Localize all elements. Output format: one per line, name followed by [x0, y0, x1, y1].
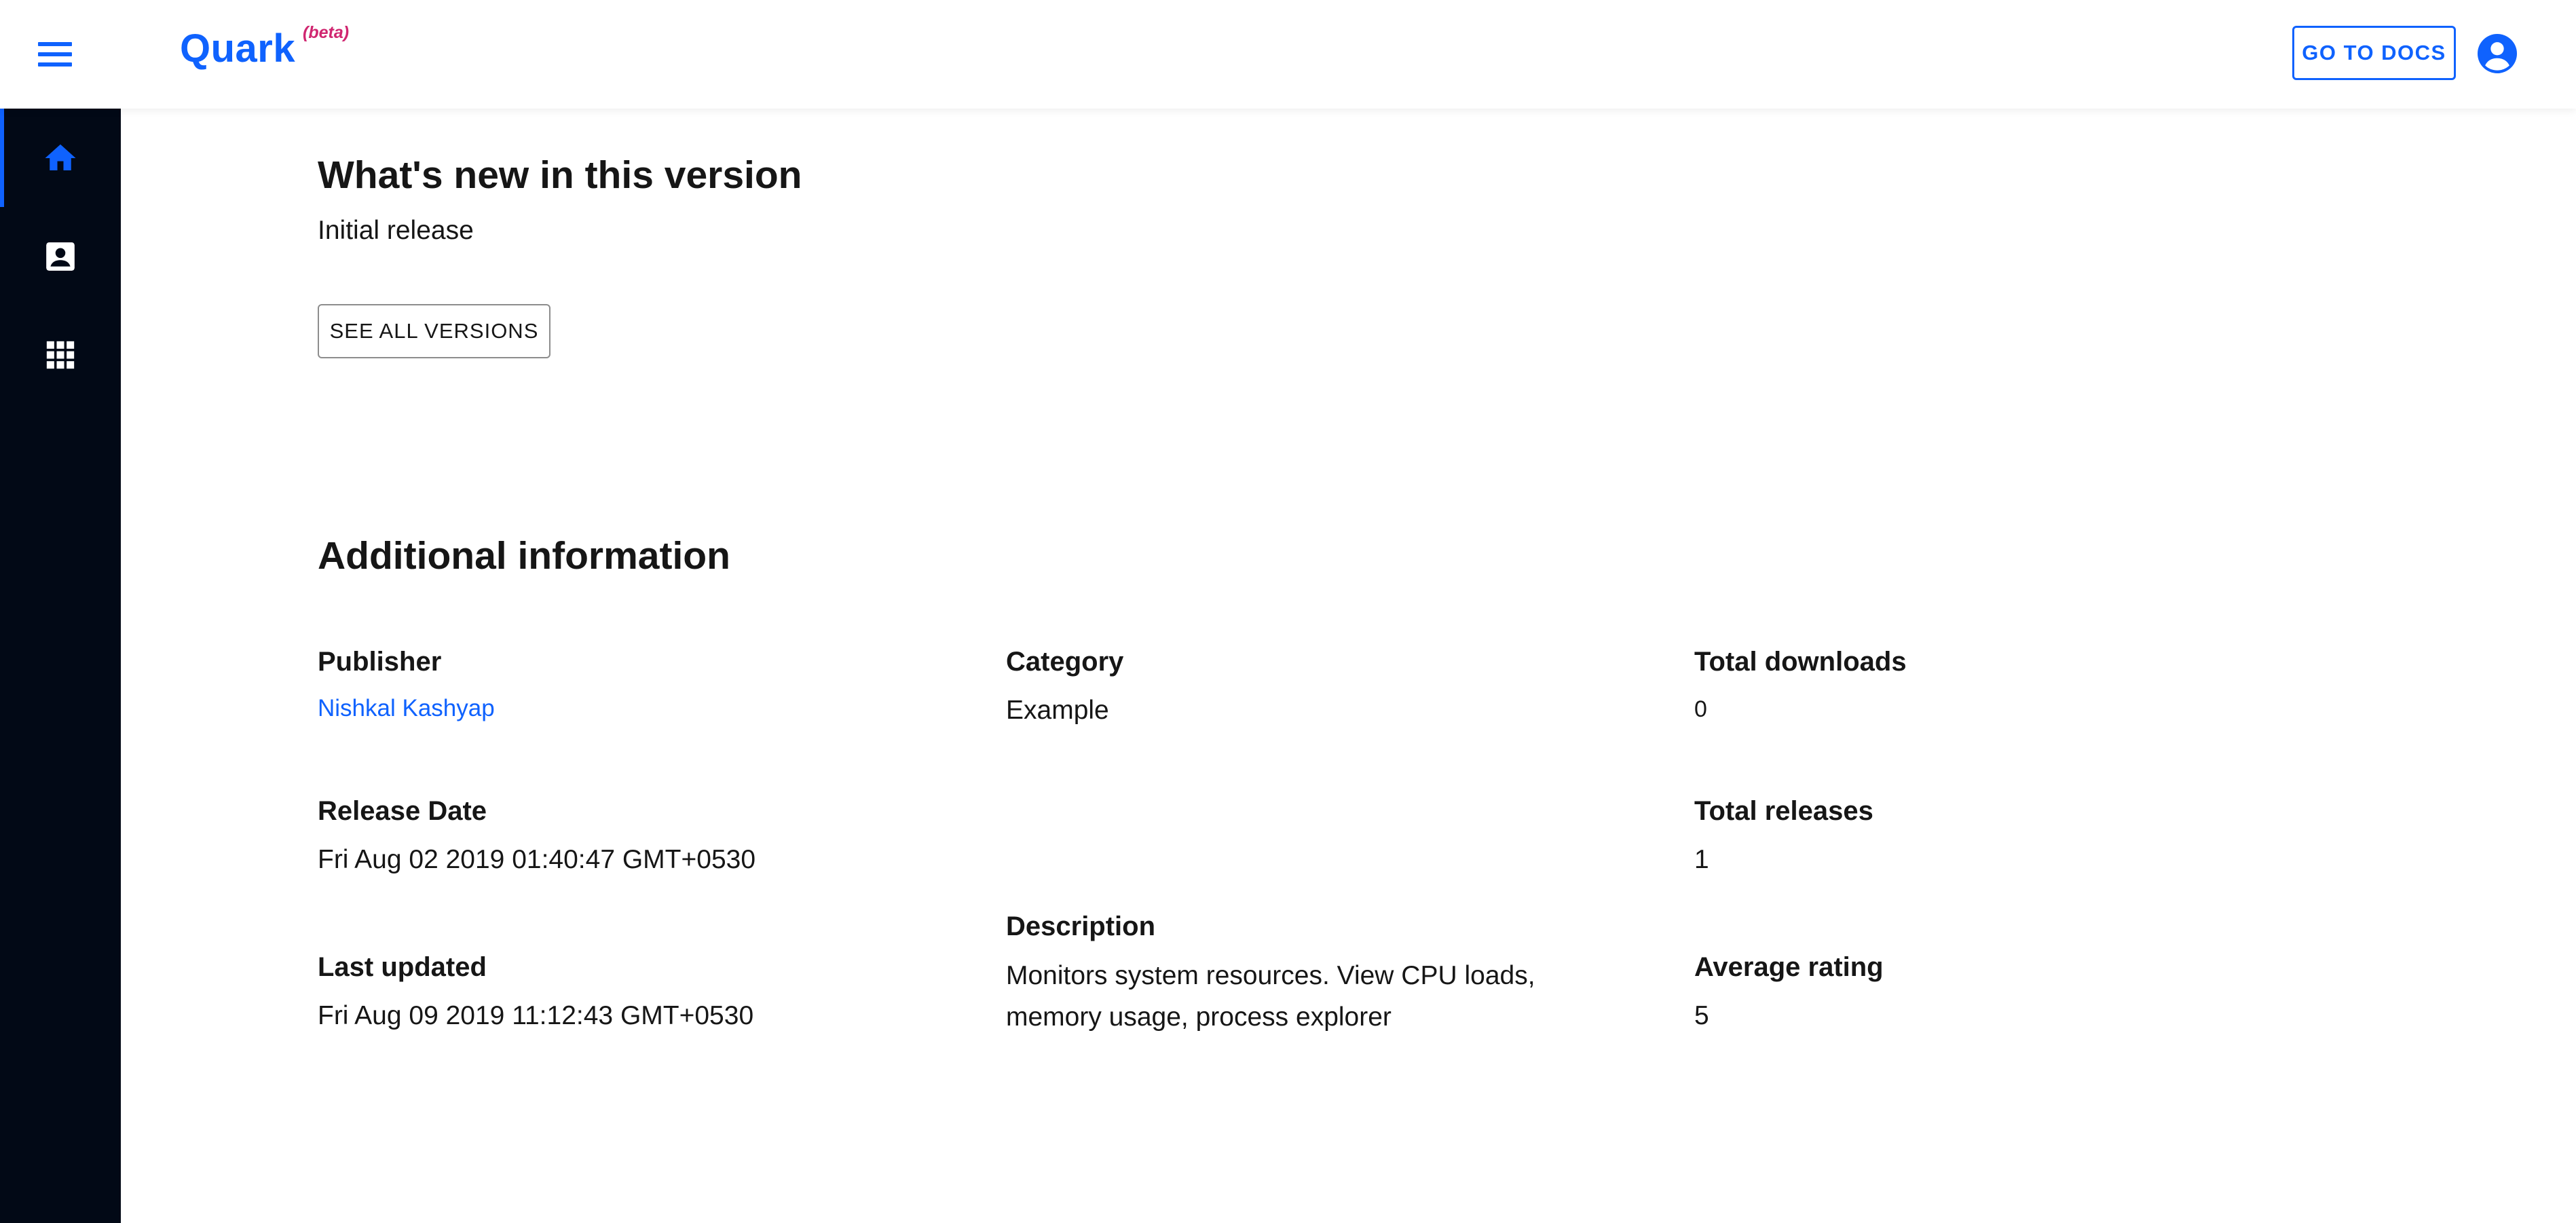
beta-badge: (beta): [303, 23, 350, 42]
publisher-label: Publisher: [318, 647, 442, 677]
category-label: Category: [1006, 647, 1124, 677]
main-content: What's new in this version Initial relea…: [121, 109, 2576, 1223]
total-releases-label: Total releases: [1694, 796, 1873, 826]
sidebar: [0, 109, 121, 1223]
last-updated-value: Fri Aug 09 2019 11:12:43 GMT+0530: [318, 1001, 754, 1030]
menu-icon[interactable]: [38, 34, 81, 75]
apps-grid-icon: [46, 341, 75, 369]
total-downloads-label: Total downloads: [1694, 647, 1907, 677]
contact-card-icon: [46, 242, 75, 271]
go-to-docs-button[interactable]: GO TO DOCS: [2292, 26, 2456, 80]
average-rating-label: Average rating: [1694, 952, 1884, 982]
sidebar-item-apps[interactable]: [0, 305, 121, 404]
release-date-value: Fri Aug 02 2019 01:40:47 GMT+0530: [318, 845, 756, 874]
description-label: Description: [1006, 911, 1156, 941]
additional-info-heading: Additional information: [318, 534, 730, 578]
sidebar-item-home[interactable]: [0, 109, 121, 207]
app-title[interactable]: Quark: [180, 26, 295, 71]
last-updated-label: Last updated: [318, 952, 487, 982]
total-releases-value: 1: [1694, 845, 1709, 874]
home-icon: [45, 144, 76, 170]
see-all-versions-button[interactable]: SEE ALL VERSIONS: [318, 304, 550, 358]
release-date-label: Release Date: [318, 796, 487, 826]
description-value: Monitors system resources. View CPU load…: [1006, 961, 1535, 1032]
sidebar-item-profile[interactable]: [0, 207, 121, 305]
category-value: Example: [1006, 696, 1109, 725]
top-bar: Quark (beta) GO TO DOCS: [0, 0, 2576, 109]
total-downloads-value: 0: [1694, 696, 1707, 722]
whats-new-heading: What's new in this version: [318, 153, 802, 197]
whats-new-text: Initial release: [318, 216, 474, 245]
account-circle-icon[interactable]: [2478, 34, 2517, 73]
publisher-link[interactable]: Nishkal Kashyap: [318, 695, 495, 722]
average-rating-value: 5: [1694, 1001, 1709, 1030]
